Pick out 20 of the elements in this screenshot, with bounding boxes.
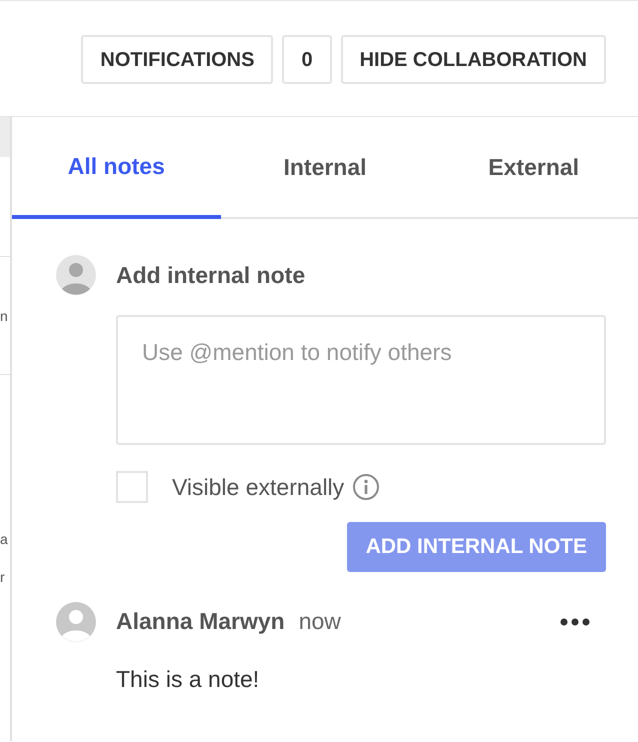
header-button[interactable]: 0: [282, 35, 332, 84]
tab[interactable]: External: [429, 117, 638, 217]
header-button[interactable]: HIDE COLLABORATION: [340, 35, 606, 84]
checkbox[interactable]: [116, 471, 148, 504]
tab[interactable]: Internal: [220, 117, 430, 217]
note-input-field[interactable]: Use @mention to notify others: [116, 315, 606, 445]
author-name: Alanna Marwyn: [116, 607, 285, 636]
checkbox-label: Visible externally: [172, 473, 344, 502]
header-button[interactable]: NOTIFICATIONS: [81, 35, 274, 84]
cut-text: a: [0, 530, 9, 549]
cut-text: r: [0, 568, 6, 587]
note-text: This is a note!: [116, 664, 260, 694]
timestamp: now: [298, 607, 341, 636]
avatar-icon: [56, 602, 96, 642]
more-icon[interactable]: [560, 618, 590, 626]
avatar-icon: [56, 255, 96, 295]
cut-text: n: [0, 306, 8, 326]
composer-title: Add internal note: [116, 260, 306, 290]
info-icon[interactable]: [352, 473, 380, 502]
tab[interactable]: All notes: [12, 117, 221, 219]
